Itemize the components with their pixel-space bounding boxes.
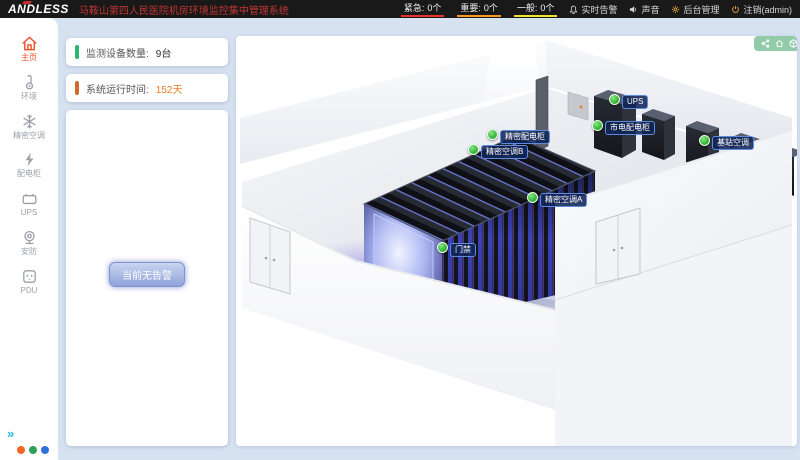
device-label-text: 基站空调 (712, 136, 754, 150)
sidebar-item-power-distribution[interactable]: 配电柜 (3, 146, 55, 182)
admin-button[interactable]: 后台管理 (671, 3, 719, 16)
alarm-level-major[interactable]: 重要: 0个 (457, 1, 501, 17)
logout-icon (731, 5, 740, 14)
sound-button[interactable]: 声音 (629, 3, 659, 16)
device-label-text: 市电配电柜 (605, 121, 655, 135)
green-bar-icon (75, 45, 79, 59)
device-count-value: 9台 (156, 45, 172, 60)
device-label-text: 精密空调A (540, 193, 587, 207)
sidebar-item-label: 主页 (21, 54, 37, 63)
device-label[interactable]: UPS (609, 94, 648, 109)
sidebar-item-ups[interactable]: UPS (3, 185, 55, 221)
share-icon[interactable] (761, 39, 770, 48)
home-icon (20, 34, 39, 53)
home-icon[interactable] (775, 39, 784, 48)
bell-icon (569, 5, 578, 14)
device-count-label: 监测设备数量: (86, 45, 149, 60)
sidebar-item-security[interactable]: 安防 (3, 224, 55, 260)
alarm-level-count: 0个 (427, 1, 441, 14)
device-label-text: 门禁 (450, 243, 476, 257)
orange-bar-icon (75, 81, 79, 95)
sidebar-item-home[interactable]: 主页 (3, 30, 55, 66)
alarm-level-label: 重要: (460, 1, 481, 14)
sidebar-footer: » (0, 426, 58, 460)
device-label-text: UPS (622, 95, 648, 109)
status-dots (5, 446, 58, 454)
alarm-level-label: 一般: (517, 1, 538, 14)
alarm-level-count: 0个 (484, 1, 498, 14)
app-logo: ANDLESS (8, 0, 69, 18)
logout-button[interactable]: 注销(admin) (731, 3, 792, 16)
status-dot-green[interactable] (29, 446, 37, 454)
device-label[interactable]: 精密空调A (527, 192, 587, 207)
device-label[interactable]: 市电配电柜 (592, 120, 655, 135)
device-label-text: 精密配电柜 (500, 130, 550, 144)
device-label[interactable]: 精密空调B (468, 144, 528, 159)
speaker-icon (629, 5, 638, 14)
device-status-dot (609, 94, 620, 105)
top-bar: ANDLESS 马鞍山第四人民医院机房环境监控集中管理系统 紧急: 0个 重要:… (0, 0, 800, 18)
camera-icon (20, 228, 39, 247)
machine-room-render (236, 36, 797, 446)
gear-icon (671, 5, 680, 14)
alarm-level-critical[interactable]: 紧急: 0个 (401, 1, 445, 17)
realtime-alarm-button[interactable]: 实时告警 (569, 3, 617, 16)
action-label: 实时告警 (581, 3, 617, 16)
device-label-text: 精密空调B (481, 145, 528, 159)
device-status-dot (487, 129, 498, 140)
action-label: 后台管理 (683, 3, 719, 16)
page-title: 马鞍山第四人民医院机房环境监控集中管理系统 (79, 2, 289, 17)
device-status-dot (699, 135, 710, 146)
sidebar-item-label: UPS (21, 209, 37, 218)
lightning-icon (20, 150, 39, 169)
stats-column: 监测设备数量: 9台 系统运行时间: 152天 当前无告警 (66, 38, 228, 446)
app-root: ANDLESS 马鞍山第四人民医院机房环境监控集中管理系统 紧急: 0个 重要:… (0, 0, 800, 460)
alarm-level-minor[interactable]: 一般: 0个 (514, 1, 558, 17)
sidebar-item-precision-ac[interactable]: 精密空调 (3, 108, 55, 144)
action-label: 声音 (641, 3, 659, 16)
sidebar: 主页 环境 精密空调 配电柜 (0, 18, 58, 460)
sidebar-item-label: PDU (21, 287, 38, 296)
device-status-dot (437, 242, 448, 253)
sidebar-item-environment[interactable]: 环境 (3, 69, 55, 105)
scene-3d-view[interactable]: UPS 市电配电柜基站空调 精密配电柜精密空调B 精密空调A 门禁 (236, 36, 797, 446)
uptime-card: 系统运行时间: 152天 (66, 74, 228, 102)
expand-sidebar-button[interactable]: » (7, 426, 58, 441)
snowflake-icon (20, 112, 39, 131)
alarm-level-count: 0个 (540, 1, 554, 14)
logo-text: ANDLESS (8, 2, 69, 16)
sidebar-item-label: 配电柜 (17, 170, 41, 179)
status-dot-orange[interactable] (17, 446, 25, 454)
thermometer-icon (20, 73, 39, 92)
device-status-dot (527, 192, 538, 203)
uptime-value: 152天 (156, 81, 183, 96)
sidebar-item-label: 安防 (21, 248, 37, 257)
alarm-level-label: 紧急: (404, 1, 425, 14)
socket-icon (20, 267, 39, 286)
sidebar-item-label: 精密空调 (13, 132, 45, 141)
status-dot-blue[interactable] (41, 446, 49, 454)
sidebar-item-label: 环境 (21, 93, 37, 102)
device-label[interactable]: 门禁 (437, 242, 476, 257)
cube-icon[interactable] (789, 39, 797, 48)
device-count-card: 监测设备数量: 9台 (66, 38, 228, 66)
action-label: 注销(admin) (743, 3, 792, 16)
device-status-dot (592, 120, 603, 131)
battery-icon (20, 189, 39, 208)
scene-toolbar (754, 36, 797, 51)
device-label[interactable]: 精密配电柜 (487, 129, 550, 144)
device-label[interactable]: 基站空调 (699, 135, 754, 150)
device-status-dot (468, 144, 479, 155)
sidebar-item-pdu[interactable]: PDU (3, 263, 55, 299)
uptime-label: 系统运行时间: (86, 81, 149, 96)
alarm-list-panel: 当前无告警 (66, 110, 228, 446)
no-alarm-button[interactable]: 当前无告警 (109, 262, 185, 287)
